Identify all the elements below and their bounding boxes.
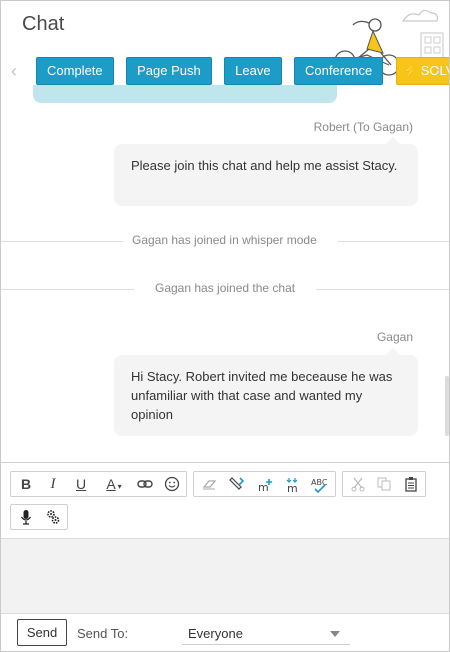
- cut-icon: [346, 472, 370, 496]
- send-bar: Send Send To: Everyone: [1, 613, 449, 651]
- chevron-down-icon: [330, 631, 340, 637]
- scrollbar[interactable]: [445, 376, 449, 436]
- editor-toolbar: B I U A ▾ m m ABC: [1, 462, 449, 539]
- conference-button[interactable]: Conference: [294, 57, 384, 85]
- media-group: [10, 504, 68, 530]
- system-message: Gagan has joined in whisper mode: [1, 233, 449, 249]
- bubble-tip: [386, 348, 400, 355]
- insert-group: m m ABC: [193, 471, 336, 497]
- settings-icon[interactable]: [41, 505, 65, 529]
- send-to-label: Send To:: [77, 626, 129, 641]
- system-message: Gagan has joined the chat: [1, 281, 449, 297]
- svg-text:m: m: [258, 481, 269, 494]
- system-message-text: Gagan has joined the chat: [155, 281, 296, 295]
- divider: [316, 289, 449, 290]
- merge-field-icon[interactable]: m: [281, 472, 305, 496]
- recipient-select[interactable]: Everyone: [182, 622, 350, 645]
- chevron-down-icon: ▾: [117, 482, 122, 491]
- scroll-left-icon[interactable]: ‹: [7, 61, 21, 81]
- chat-header: Chat ‹ Complete Page Push Leave Conferen…: [1, 1, 449, 106]
- message-text: Please join this chat and help me assist…: [131, 158, 398, 173]
- send-button[interactable]: Send: [17, 619, 67, 646]
- format-group: B I U A ▾: [10, 471, 187, 497]
- action-toolbar: Complete Page Push Leave Conference ⚡ SOL…: [36, 57, 449, 85]
- copy-icon: [372, 472, 396, 496]
- format-painter-icon[interactable]: [225, 472, 249, 496]
- message-bubble: Please join this chat and help me assist…: [114, 137, 418, 206]
- svg-text:m: m: [287, 482, 298, 494]
- previous-message-bubble: [33, 85, 337, 103]
- eraser-icon: [197, 472, 221, 496]
- system-message-text: Gagan has joined in whisper mode: [132, 233, 317, 247]
- emoji-icon[interactable]: [160, 472, 184, 496]
- underline-button[interactable]: U: [69, 472, 93, 496]
- message-list: Robert (To Gagan) Please join this chat …: [1, 106, 449, 462]
- recipient-value: Everyone: [188, 626, 243, 641]
- message-text: Hi Stacy. Robert invited me beceause he …: [131, 369, 393, 422]
- message-sender: Robert (To Gagan): [313, 120, 413, 134]
- divider: [338, 241, 449, 242]
- link-icon[interactable]: [133, 472, 157, 496]
- message-sender: Gagan: [376, 330, 413, 344]
- message-bubble: Hi Stacy. Robert invited me beceause he …: [114, 348, 418, 436]
- lightning-icon: ⚡: [402, 63, 419, 78]
- panel-title: Chat: [22, 13, 65, 35]
- chat-panel: Chat ‹ Complete Page Push Leave Conferen…: [0, 0, 450, 652]
- paste-icon[interactable]: [399, 472, 423, 496]
- spellcheck-icon[interactable]: ABC: [307, 472, 331, 496]
- bold-button[interactable]: B: [14, 472, 38, 496]
- italic-button[interactable]: I: [41, 472, 65, 496]
- divider: [1, 289, 134, 290]
- complete-button[interactable]: Complete: [36, 57, 114, 85]
- font-color-label: A: [106, 476, 116, 492]
- page-push-button[interactable]: Page Push: [126, 57, 212, 85]
- divider: [1, 241, 123, 242]
- microphone-icon[interactable]: [14, 505, 38, 529]
- bubble-tip: [386, 137, 400, 144]
- insert-field-icon[interactable]: m: [254, 472, 278, 496]
- font-color-button[interactable]: A ▾: [99, 472, 129, 496]
- scroll-right-icon[interactable]: ›: [431, 61, 445, 81]
- clipboard-group: [342, 471, 426, 497]
- message-input[interactable]: [1, 538, 449, 614]
- leave-button[interactable]: Leave: [224, 57, 282, 85]
